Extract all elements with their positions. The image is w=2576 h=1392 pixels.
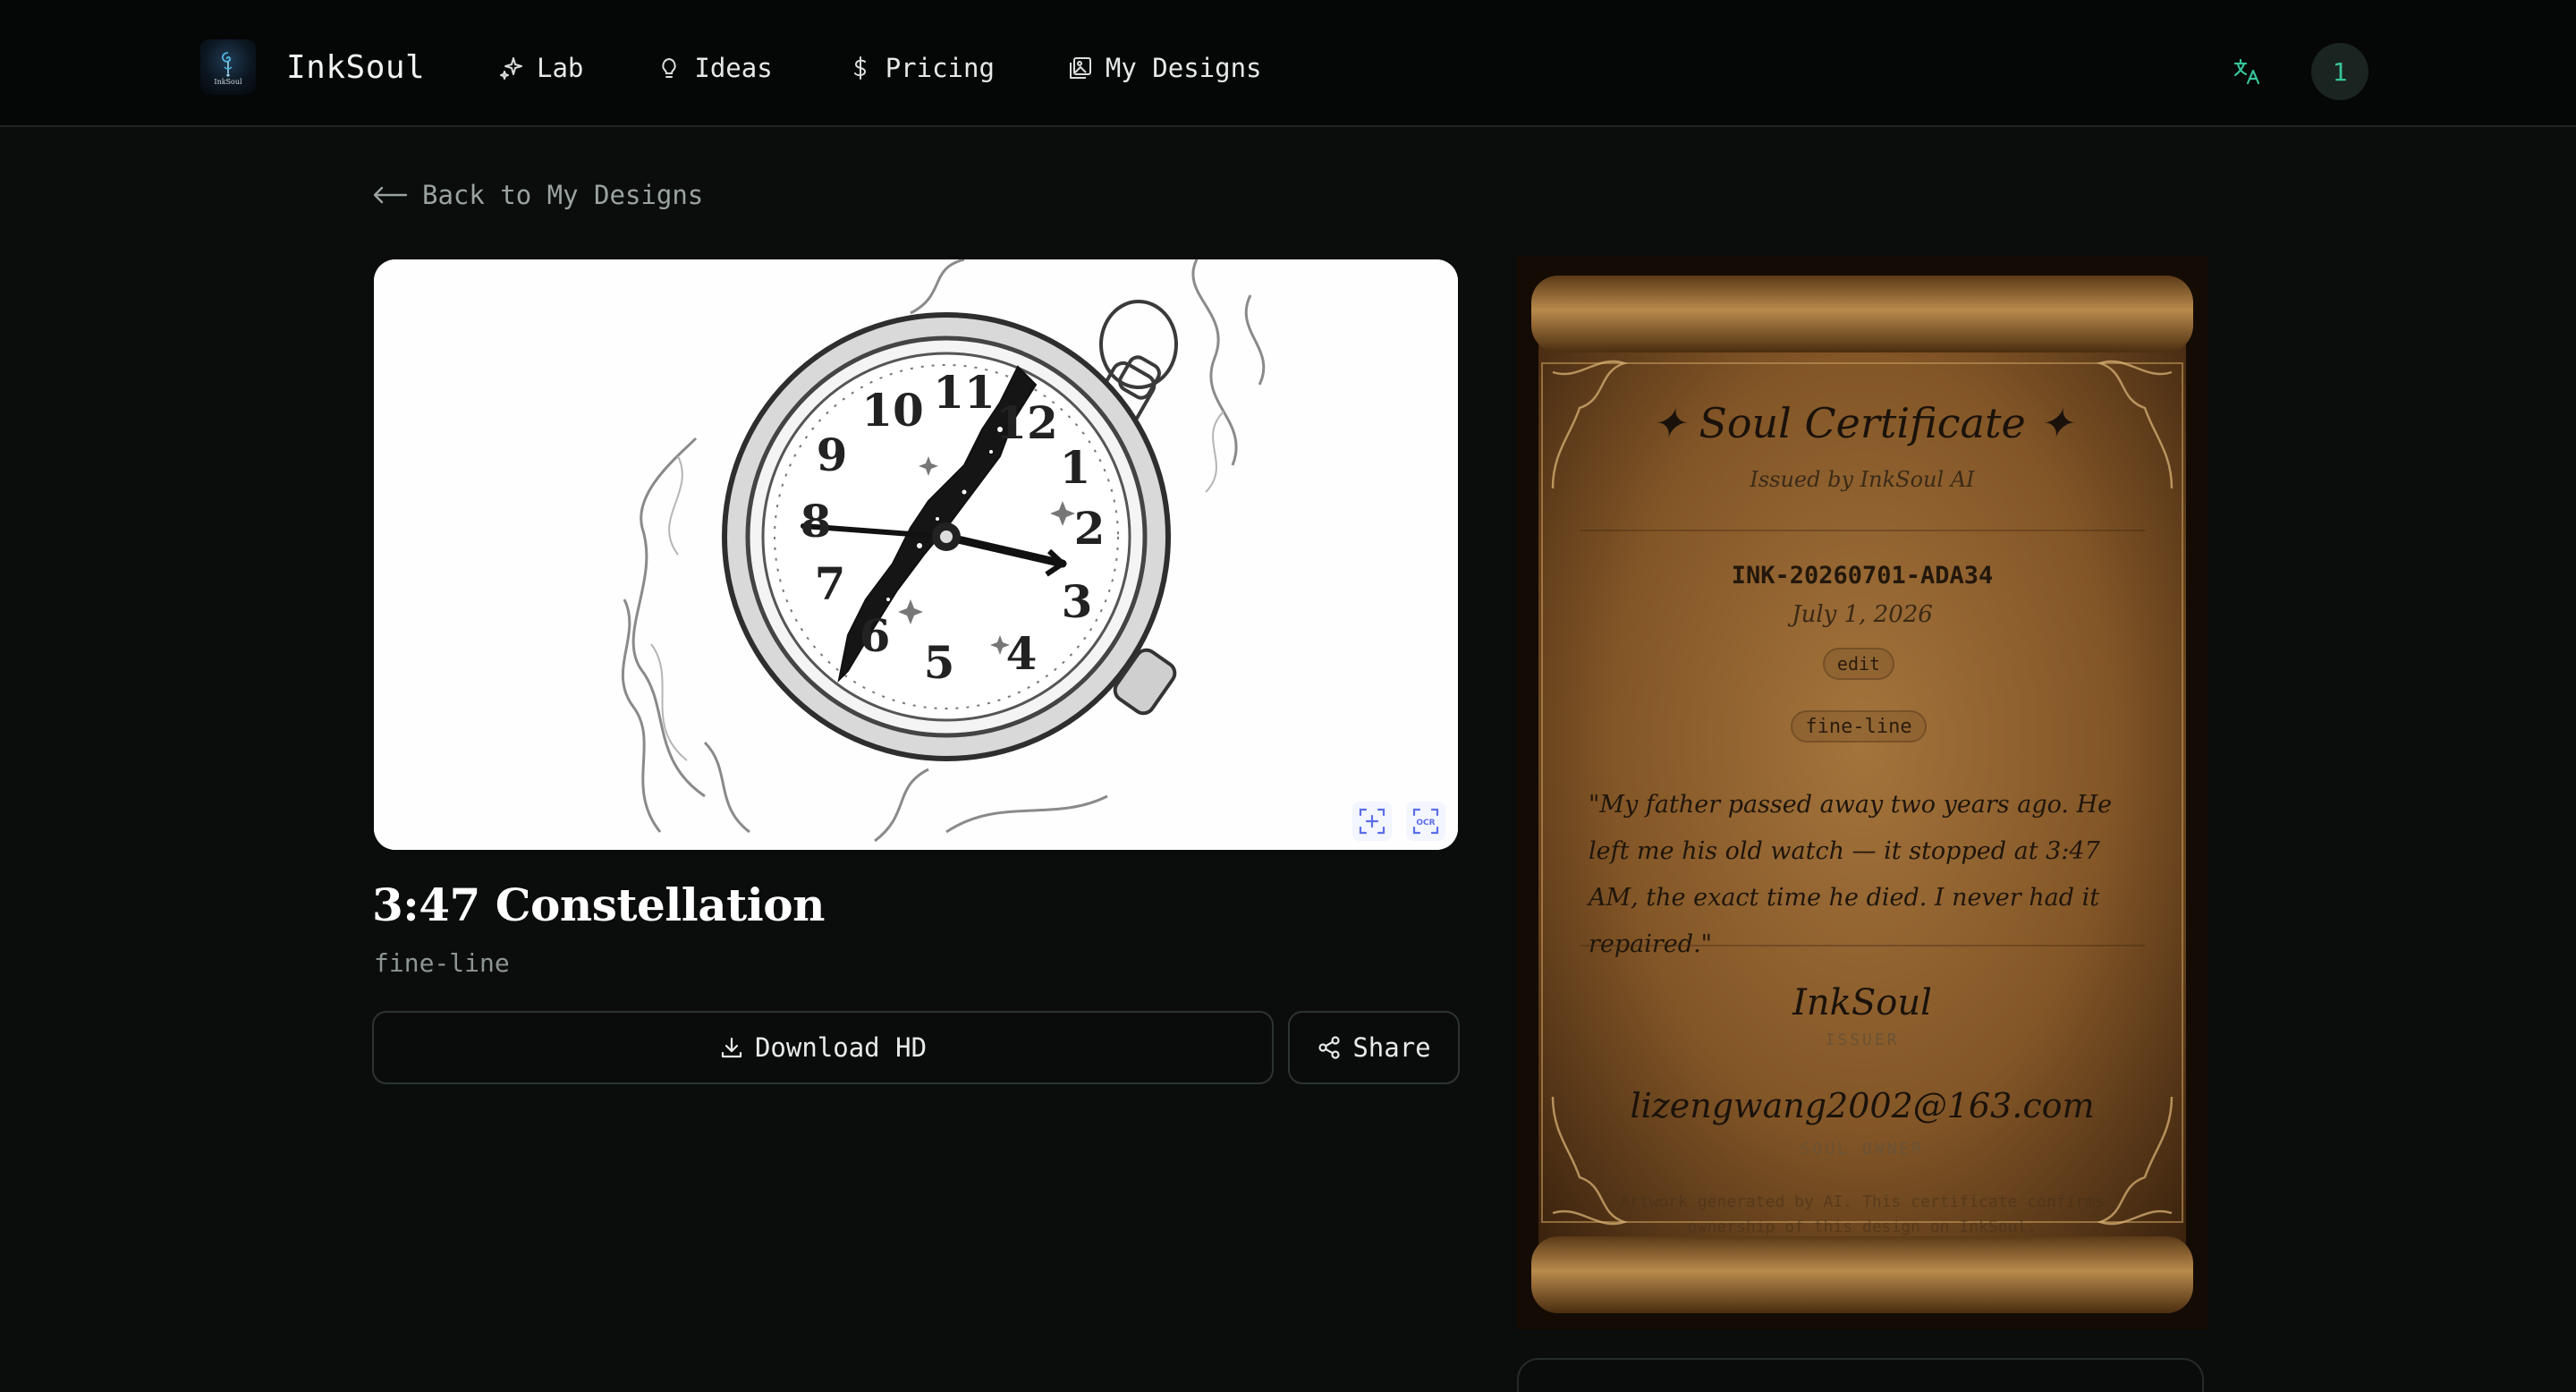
certificate-story-quote: "My father passed away two years ago. He… (1589, 791, 2113, 958)
certificate-id: INK-20260701-ADA34 (1731, 562, 1994, 590)
main-nav: Lab Ideas Pricing My Designs (497, 50, 1334, 86)
nav-pricing-label: Pricing (885, 53, 995, 83)
certificate-style-tag: fine-line (1791, 710, 1927, 743)
design-image[interactable]: 12 1 2 3 4 5 6 7 8 9 10 11 (374, 259, 1458, 850)
clock-numeral-5: 5 (924, 636, 955, 689)
dollar-icon (846, 54, 875, 82)
nav-lab-label: Lab (537, 53, 584, 83)
owner-role-label: SOUL OWNER (1800, 1140, 1925, 1159)
certificate-actions-panel (1517, 1358, 2204, 1392)
arrow-left-icon (373, 186, 408, 204)
certificate-content: ✦ Soul Certificate ✦ Issued by InkSoul A… (1517, 256, 2207, 1329)
user-avatar[interactable]: 1 (2311, 43, 2368, 100)
ocr-button[interactable]: OCR (1406, 802, 1445, 841)
clock-numeral-3: 3 (1062, 575, 1093, 628)
clock-numeral-6: 6 (860, 609, 891, 662)
share-label: Share (1352, 1032, 1431, 1063)
sparkles-icon (497, 54, 526, 82)
download-hd-button[interactable]: Download HD (372, 1011, 1274, 1084)
pocket-watch-illustration: 12 1 2 3 4 5 6 7 8 9 10 11 (374, 259, 1458, 850)
certificate-divider (1580, 945, 2145, 946)
nav-my-designs-label: My Designs (1105, 53, 1262, 83)
nav-ideas-label: Ideas (694, 53, 773, 83)
brand-home-link[interactable]: InkSoul InkSoul (200, 39, 425, 95)
certificate-date: July 1, 2026 (1792, 601, 1933, 628)
nav-ideas[interactable]: Ideas (655, 50, 773, 86)
app-name: InkSoul (286, 48, 426, 86)
certificate-fine-print: Artwork generated by AI. This certificat… (1620, 1193, 2105, 1236)
nav-lab[interactable]: Lab (497, 50, 583, 86)
clock-numeral-12: 12 (996, 396, 1058, 449)
ocr-icon-label: OCR (1416, 819, 1435, 828)
zoom-scan-icon (1359, 808, 1385, 835)
design-title: 3:47 Constellation (372, 878, 825, 931)
back-to-my-designs-link[interactable]: Back to My Designs (372, 177, 703, 213)
clock-numeral-11: 11 (933, 366, 996, 419)
clock-numeral-4: 4 (1006, 627, 1038, 680)
certificate-divider (1580, 530, 2145, 531)
back-link-label: Back to My Designs (422, 180, 704, 210)
zoom-scan-button[interactable] (1352, 802, 1392, 841)
certificate-title: ✦ Soul Certificate ✦ (1651, 399, 2073, 447)
clock-numeral-2: 2 (1074, 502, 1106, 555)
download-hd-label: Download HD (754, 1032, 928, 1063)
download-icon (721, 1037, 742, 1058)
lightbulb-icon (655, 54, 683, 82)
nav-my-designs[interactable]: My Designs (1066, 50, 1262, 86)
issuer-signature: InkSoul (1792, 982, 1932, 1023)
nav-pricing[interactable]: Pricing (846, 50, 995, 86)
logo-text: InkSoul (214, 77, 242, 86)
clock-numeral-7: 7 (815, 557, 846, 610)
clock-numeral-8: 8 (801, 495, 832, 547)
owner-signature: lizengwang2002@163.com (1630, 1086, 2095, 1125)
top-navigation-bar: InkSoul InkSoul Lab Ideas Pricing My Des… (0, 0, 2576, 127)
clock-numeral-10: 10 (861, 384, 924, 437)
share-button[interactable]: Share (1288, 1011, 1460, 1084)
certificate-edit-button[interactable]: edit (1823, 648, 1894, 680)
inksoul-logo-icon: InkSoul (200, 39, 256, 95)
issuer-role-label: ISSUER (1825, 1031, 1900, 1049)
share-icon (1318, 1036, 1340, 1059)
soul-certificate: ✦ Soul Certificate ✦ Issued by InkSoul A… (1517, 256, 2207, 1329)
certificate-issued-by: Issued by InkSoul AI (1750, 467, 1975, 492)
ocr-icon: OCR (1412, 808, 1439, 835)
design-style-tag: fine-line (374, 948, 510, 978)
clock-numeral-9: 9 (817, 429, 848, 481)
clock-numeral-1: 1 (1060, 441, 1091, 494)
gallery-icon (1066, 54, 1095, 82)
translate-icon[interactable] (2231, 55, 2263, 88)
